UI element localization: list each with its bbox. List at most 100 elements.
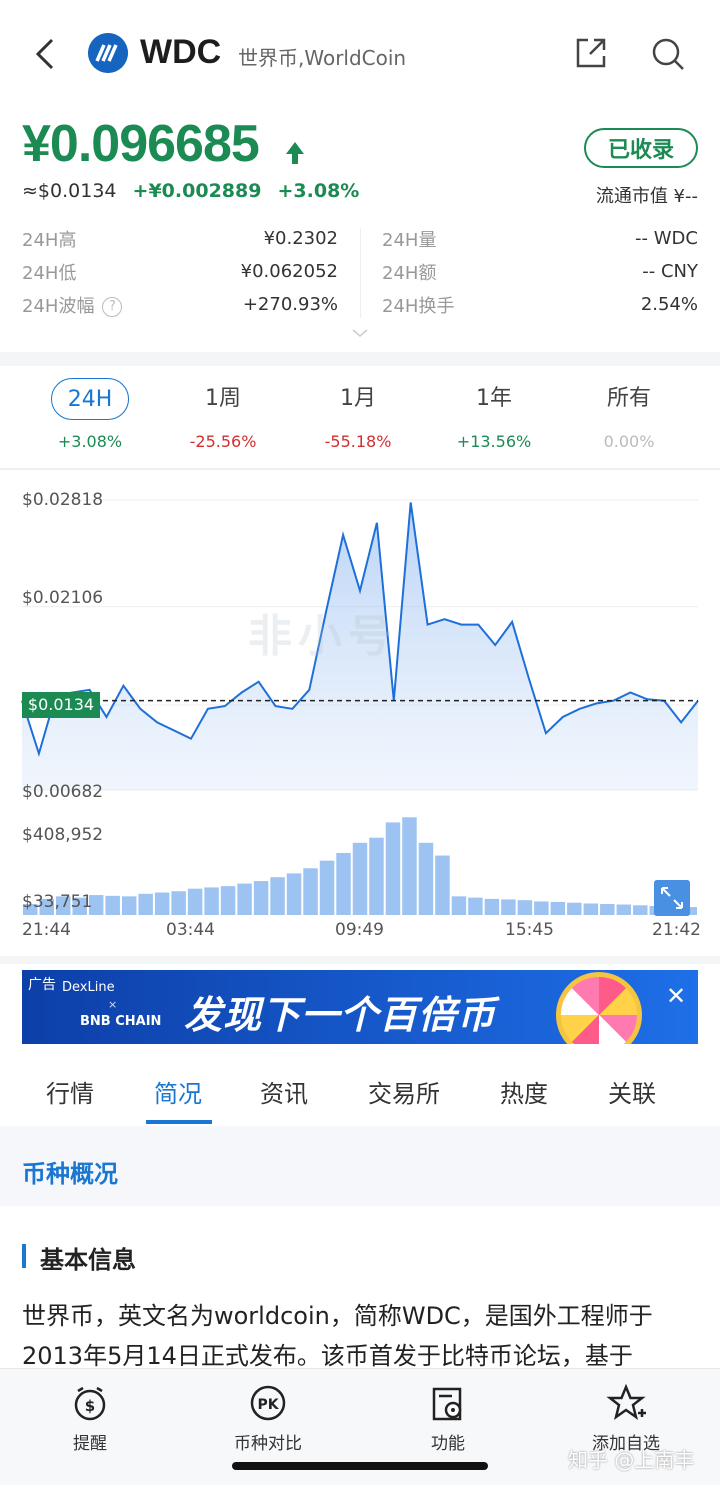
collected-badge[interactable]: 已收录 <box>584 128 698 168</box>
period-change: +3.08% <box>57 432 123 451</box>
tab-exchanges[interactable]: 交易所 <box>368 1074 440 1109</box>
current-price: ¥0.096685 <box>22 115 260 173</box>
volume-bar <box>402 817 417 915</box>
divider <box>360 228 361 318</box>
function-icon <box>432 1387 462 1421</box>
stat-row: 24H量 -- WDC <box>382 222 698 255</box>
volume-bar <box>600 904 615 915</box>
volume-bar <box>336 852 351 915</box>
period-change: -55.18% <box>324 432 392 451</box>
period-tab-month[interactable]: 1月 -55.18% <box>313 378 403 451</box>
change-abs: +¥0.002889 <box>132 180 262 202</box>
usd-price: ≈$0.0134 <box>22 180 117 202</box>
stat-label-group: 24H波幅? <box>22 292 123 318</box>
period-tab-year[interactable]: 1年 +13.56% <box>449 378 539 451</box>
stat-row: 24H高 ¥0.2302 <box>22 222 338 255</box>
section-separator <box>0 352 720 366</box>
share-icon[interactable] <box>574 36 608 70</box>
stats-left: 24H高 ¥0.2302 24H低 ¥0.062052 24H波幅? +270.93% <box>22 222 338 321</box>
tab-market[interactable]: 行情 <box>46 1074 94 1109</box>
stat-value: ¥0.062052 <box>240 261 338 282</box>
button-label: 功能 <box>431 1434 465 1454</box>
volume-bar <box>517 900 533 915</box>
volume-bar <box>468 897 483 915</box>
tab-news[interactable]: 资讯 <box>260 1074 308 1109</box>
compare-button[interactable]: PK 币种对比 <box>208 1383 328 1454</box>
back-arrow-icon[interactable] <box>30 36 62 72</box>
period-tab-week[interactable]: 1周 -25.56% <box>178 378 268 451</box>
ad-brand-bnb: BNB CHAIN <box>80 1014 162 1029</box>
source-watermark: 知乎 @上南丰 <box>568 1448 695 1472</box>
coin-description: 世界币，英文名为worldcoin，简称WDC，是国外工程师于2013年5月14… <box>22 1302 653 1370</box>
stat-label: 24H换手 <box>382 295 455 317</box>
search-icon[interactable] <box>650 36 686 72</box>
alert-button[interactable]: $ 提醒 <box>30 1383 150 1454</box>
volume-bar <box>418 842 434 915</box>
volume-bar <box>154 892 170 915</box>
volume-bar <box>319 860 335 915</box>
ad-tag: 广告 <box>28 977 56 993</box>
period-tab-all[interactable]: 所有 0.00% <box>584 378 674 451</box>
prize-wheel-icon <box>556 972 642 1044</box>
stat-value: ¥0.2302 <box>263 228 338 249</box>
basic-info-title: 基本信息 <box>40 1246 136 1274</box>
x-tick-label: 03:44 <box>166 920 215 940</box>
ad-cross: × <box>108 998 118 1011</box>
period-label: 24H <box>51 378 129 420</box>
period-tab-24h[interactable]: 24H +3.08% <box>45 378 135 451</box>
volume-bar <box>369 837 384 915</box>
coin-full-name: 世界币,WorldCoin <box>238 46 407 70</box>
ad-brand-dexline: DexLine <box>62 980 115 995</box>
x-tick-label: 15:45 <box>505 920 554 940</box>
fullscreen-icon[interactable] <box>654 880 690 916</box>
ad-headline: 发现下一个百倍币 <box>184 993 497 1037</box>
tab-related[interactable]: 关联 <box>608 1074 656 1109</box>
market-cap: 流通市值 ¥-- <box>595 186 698 207</box>
stat-label: 24H高 <box>22 229 77 251</box>
x-tick-label: 21:42 <box>652 920 701 940</box>
volume-bar <box>550 901 566 915</box>
x-tick-label: 09:49 <box>335 920 384 940</box>
up-arrow-icon <box>286 142 304 164</box>
home-indicator[interactable] <box>232 1462 488 1470</box>
heading-accent <box>22 1244 26 1268</box>
volume-bar <box>270 877 285 915</box>
close-icon[interactable]: ✕ <box>666 982 686 1010</box>
button-label: 提醒 <box>73 1434 107 1454</box>
volume-bar <box>451 896 467 915</box>
coin-logo-icon <box>88 33 128 73</box>
button-label: 币种对比 <box>234 1434 302 1454</box>
volume-bar <box>303 868 318 915</box>
alarm-icon: $ <box>74 1386 106 1421</box>
volume-bar <box>501 899 516 915</box>
svg-text:$: $ <box>85 1397 95 1415</box>
top-bar: WDC 世界币,WorldCoin <box>0 0 720 96</box>
period-label: 1月 <box>340 386 376 411</box>
volume-max-label: $408,952 <box>22 825 104 845</box>
period-change: -25.56% <box>189 432 257 451</box>
period-label: 1年 <box>476 386 512 411</box>
stat-value: -- WDC <box>635 228 698 249</box>
volume-bar <box>286 873 302 915</box>
tab-heat[interactable]: 热度 <box>500 1074 548 1109</box>
watermark: 非小号 <box>248 611 398 662</box>
function-button[interactable]: 功能 <box>388 1383 508 1454</box>
star-plus-icon <box>606 1383 646 1420</box>
tab-overview[interactable]: 简况 <box>154 1074 202 1109</box>
stat-row: 24H额 -- CNY <box>382 255 698 288</box>
volume-bar <box>121 896 137 915</box>
section-separator <box>0 956 720 964</box>
stat-row: 24H波幅? +270.93% <box>22 288 338 321</box>
volume-bar <box>171 891 186 915</box>
section-separator <box>0 1206 720 1214</box>
volume-bar <box>616 904 632 915</box>
price-chart[interactable] <box>0 470 720 950</box>
stat-value: -- CNY <box>642 261 698 282</box>
volume-bar <box>220 886 236 915</box>
period-change: 0.00% <box>603 432 655 451</box>
ad-banner[interactable]: 广告 DexLine × BNB CHAIN 发现下一个百倍币 ✕ <box>22 970 698 1044</box>
chevron-down-icon[interactable] <box>351 328 369 338</box>
stats-right: 24H量 -- WDC 24H额 -- CNY 24H换手 2.54% <box>382 222 698 321</box>
stat-value: +270.93% <box>242 294 338 315</box>
help-icon[interactable]: ? <box>102 296 123 317</box>
